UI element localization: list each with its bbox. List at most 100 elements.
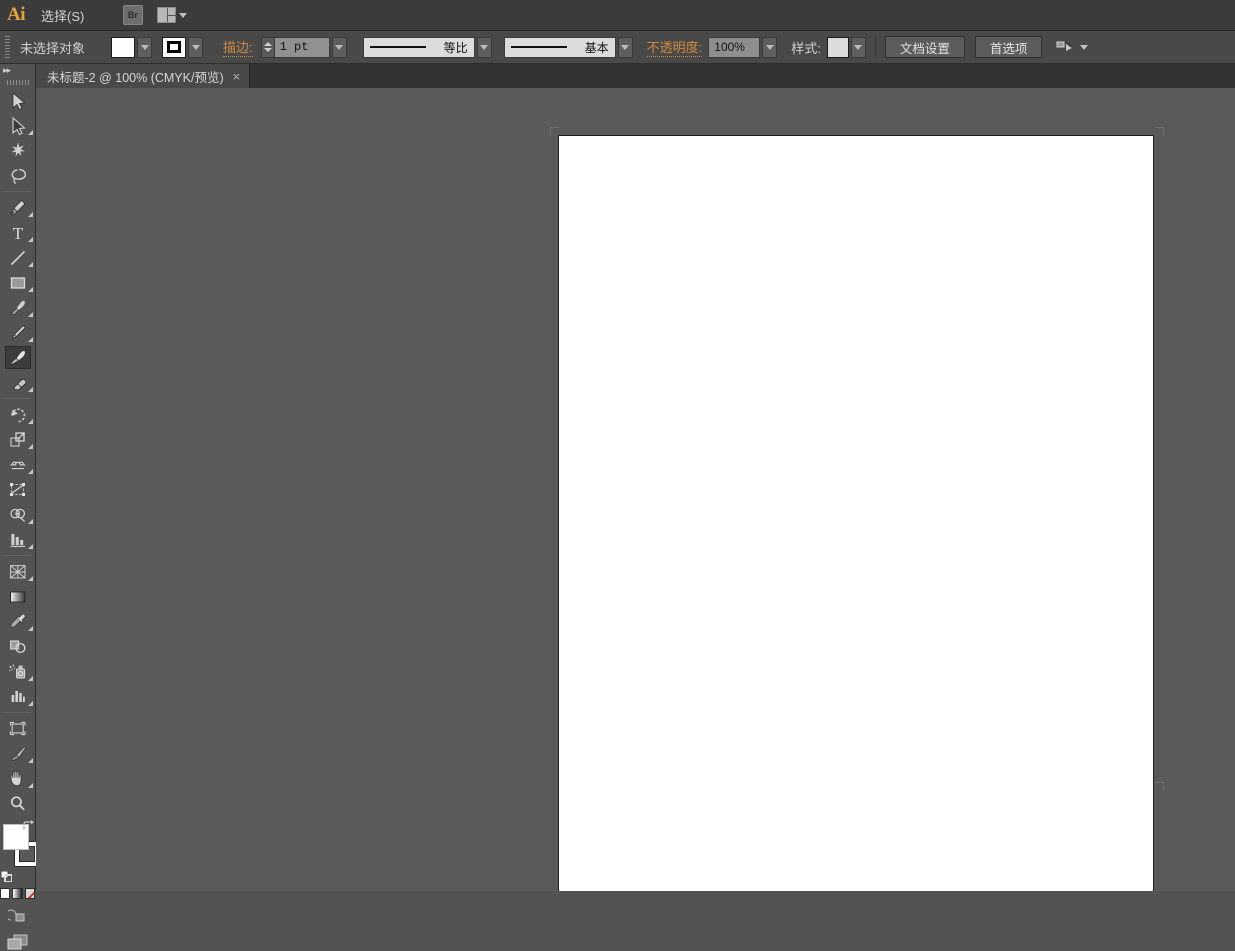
tool-flyout-triangle-icon[interactable]: [28, 544, 33, 549]
stroke-weight-label[interactable]: 描边:: [223, 37, 253, 57]
free-transform-tool[interactable]: [0, 477, 36, 502]
slice-tool[interactable]: [0, 741, 36, 766]
solid-color-icon[interactable]: [0, 888, 11, 899]
rotate-tool[interactable]: [0, 402, 36, 427]
tool-flyout-triangle-icon[interactable]: [28, 758, 33, 763]
align-dropdown-chevron-icon[interactable]: [1080, 44, 1089, 50]
blob-brush-tool[interactable]: [0, 345, 36, 370]
tools-panel-grip[interactable]: [0, 76, 35, 88]
opacity-dropdown-button[interactable]: [762, 36, 778, 58]
close-icon[interactable]: ×: [233, 70, 241, 83]
tool-flyout-triangle-icon[interactable]: [28, 576, 33, 581]
width-tool[interactable]: [0, 452, 36, 477]
direct-selection-tool[interactable]: [0, 113, 36, 138]
column-graph-tool[interactable]: [0, 684, 36, 709]
brush-definition-control[interactable]: 基本: [503, 36, 633, 58]
tool-group-separator: [4, 191, 31, 192]
tool-flyout-triangle-icon[interactable]: [28, 212, 33, 217]
fill-control[interactable]: [111, 36, 153, 58]
tool-flyout-triangle-icon[interactable]: [28, 387, 33, 392]
tool-flyout-triangle-icon[interactable]: [28, 519, 33, 524]
artboard[interactable]: [558, 135, 1154, 891]
tool-flyout-triangle-icon[interactable]: [28, 130, 33, 135]
tool-flyout-triangle-icon[interactable]: [28, 237, 33, 242]
collapse-panel-icon[interactable]: ▸▸: [3, 65, 11, 75]
draw-normal-icon[interactable]: [8, 908, 27, 924]
hand-tool[interactable]: [0, 766, 36, 791]
brush-definition-dropdown-button[interactable]: [617, 36, 633, 58]
perspective-grid-tool[interactable]: [0, 559, 36, 584]
canvas-area[interactable]: [36, 88, 1235, 891]
eyedropper-tool[interactable]: [0, 609, 36, 634]
menu-select[interactable]: 选择(S): [32, 0, 97, 31]
scale-tool[interactable]: [0, 427, 36, 452]
lasso-tool[interactable]: [0, 163, 36, 188]
shape-builder-tool[interactable]: [0, 502, 36, 527]
screen-mode-buttons: [0, 934, 35, 951]
document-setup-button[interactable]: 文档设置: [884, 36, 965, 58]
blend-tool[interactable]: [0, 634, 36, 659]
tool-flyout-triangle-icon[interactable]: [28, 701, 33, 706]
gradient-tool[interactable]: [0, 584, 36, 609]
type-tool[interactable]: T: [0, 220, 36, 245]
opacity-control[interactable]: 100%: [708, 36, 778, 58]
tool-flyout-triangle-icon[interactable]: [28, 312, 33, 317]
zoom-tool[interactable]: [0, 791, 36, 816]
stroke-weight-control[interactable]: 1 pt: [260, 36, 347, 58]
fill-swatch[interactable]: [111, 36, 136, 58]
stroke-profile-control[interactable]: 等比: [362, 36, 492, 58]
swap-fill-stroke-icon[interactable]: [22, 820, 34, 832]
line-diagonal-icon: [10, 250, 26, 265]
tool-flyout-triangle-icon[interactable]: [28, 783, 33, 788]
graphic-style-dropdown-button[interactable]: [850, 36, 866, 58]
workspace-switcher[interactable]: [156, 7, 187, 23]
tool-flyout-triangle-icon[interactable]: [28, 444, 33, 449]
tool-flyout-triangle-icon[interactable]: [28, 626, 33, 631]
tools-list: T: [0, 88, 35, 816]
paintbrush-tool[interactable]: [0, 295, 36, 320]
tool-flyout-triangle-icon[interactable]: [28, 676, 33, 681]
tool-flyout-triangle-icon[interactable]: [28, 337, 33, 342]
opacity-field[interactable]: 100%: [708, 36, 761, 58]
document-tab[interactable]: 未标题-2 @ 100% (CMYK/预览) ×: [36, 64, 251, 88]
gradient-swatch-icon[interactable]: [12, 888, 23, 899]
tool-flyout-triangle-icon[interactable]: [28, 469, 33, 474]
stroke-profile-dropdown-button[interactable]: [476, 36, 492, 58]
brush-definition-combo[interactable]: 基本: [503, 36, 616, 58]
control-bar-grip[interactable]: [0, 31, 14, 64]
stroke-weight-dropdown-button[interactable]: [331, 36, 347, 58]
default-fill-stroke-icon[interactable]: [1, 871, 12, 882]
stroke-color-control[interactable]: [162, 36, 204, 58]
align-control[interactable]: [1056, 40, 1089, 54]
pen-tool[interactable]: [0, 195, 36, 220]
artboard-tool[interactable]: [0, 716, 36, 741]
bridge-button[interactable]: Br: [122, 5, 143, 25]
stroke-swatch[interactable]: [162, 36, 187, 58]
stroke-profile-combo[interactable]: 等比: [362, 36, 475, 58]
opacity-label[interactable]: 不透明度:: [646, 37, 703, 57]
selection-tool[interactable]: [0, 88, 36, 113]
stroke-dropdown-button[interactable]: [188, 36, 204, 58]
graphic-style-swatch[interactable]: [826, 36, 849, 58]
none-slash-icon[interactable]: [24, 888, 35, 899]
rectangle-tool[interactable]: [0, 270, 36, 295]
stroke-weight-stepper[interactable]: [260, 36, 274, 58]
graphic-style-control[interactable]: [826, 36, 866, 58]
tools-panel-header[interactable]: ▸▸: [0, 64, 35, 76]
slice-knife-icon: [10, 745, 26, 761]
shape-builder-icon: [10, 508, 26, 522]
symbol-sprayer-tool[interactable]: [0, 659, 36, 684]
stroke-weight-field[interactable]: 1 pt: [273, 36, 330, 58]
pencil-tool[interactable]: [0, 320, 36, 345]
fill-dropdown-button[interactable]: [137, 36, 153, 58]
line-segment-tool[interactable]: [0, 245, 36, 270]
screen-mode-icon[interactable]: [7, 934, 29, 951]
tool-flyout-triangle-icon[interactable]: [28, 419, 33, 424]
graph-tool[interactable]: [0, 527, 36, 552]
preferences-button[interactable]: 首选项: [974, 36, 1043, 58]
tool-flyout-triangle-icon[interactable]: [28, 287, 33, 292]
eraser-tool[interactable]: [0, 370, 36, 395]
arrow-cursor-icon: [12, 91, 26, 110]
tool-flyout-triangle-icon[interactable]: [28, 262, 33, 267]
magic-wand-tool[interactable]: [0, 138, 36, 163]
